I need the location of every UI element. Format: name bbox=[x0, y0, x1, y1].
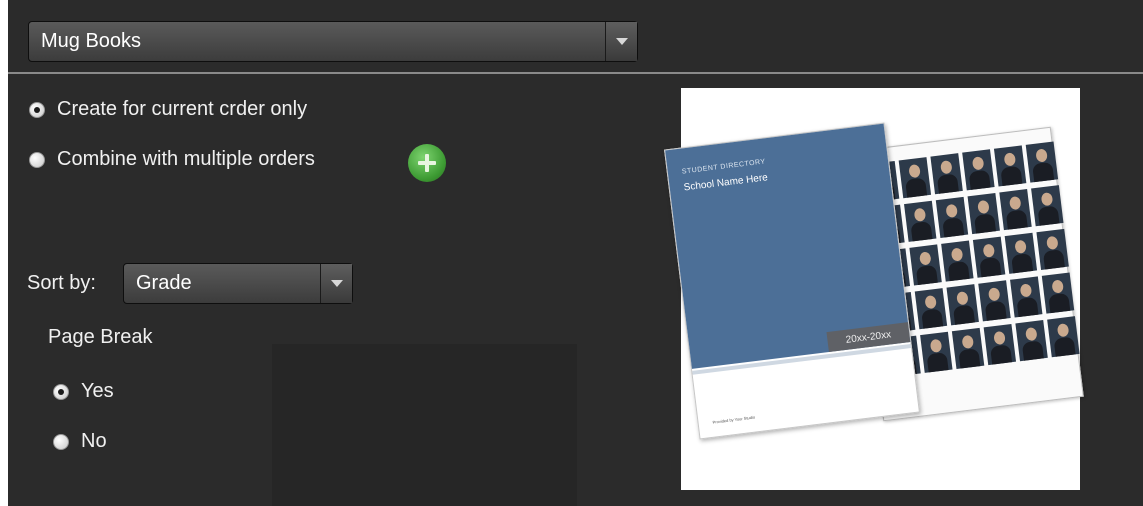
radio-button-selected[interactable] bbox=[53, 383, 69, 400]
mug-book-preview: STUDENT DIRECTORY School Name Here 20xx-… bbox=[664, 88, 1084, 490]
radio-label-no: No bbox=[81, 430, 107, 452]
cover-color-block: STUDENT DIRECTORY School Name Here 20xx-… bbox=[665, 123, 911, 369]
radio-label-yes: Yes bbox=[81, 380, 114, 402]
student-photo bbox=[1015, 320, 1048, 362]
empty-area bbox=[272, 344, 577, 506]
radio-button-selected[interactable] bbox=[29, 101, 45, 118]
student-photo bbox=[946, 284, 979, 326]
student-photo bbox=[1025, 141, 1059, 183]
student-photo bbox=[935, 196, 969, 238]
student-photo bbox=[993, 145, 1027, 187]
student-photo bbox=[967, 192, 1000, 235]
product-type-dropdown-button[interactable] bbox=[605, 22, 637, 61]
radio-page-break-no[interactable]: No bbox=[53, 430, 107, 453]
student-photo bbox=[1004, 232, 1038, 274]
student-photo bbox=[972, 236, 1006, 278]
chevron-down-icon bbox=[615, 38, 628, 45]
page-break-label: Page Break bbox=[48, 326, 153, 348]
student-photo bbox=[1036, 228, 1069, 270]
student-photo bbox=[951, 327, 985, 369]
add-orders-button[interactable] bbox=[408, 144, 446, 182]
radio-button[interactable] bbox=[53, 433, 69, 450]
radio-label-multiple-orders: Combine with multiple orders bbox=[57, 148, 315, 170]
student-photo bbox=[983, 323, 1017, 366]
student-photo bbox=[962, 149, 995, 191]
chevron-down-icon bbox=[330, 280, 343, 287]
student-photo bbox=[930, 153, 963, 195]
product-type-value: Mug Books bbox=[41, 30, 142, 52]
student-photo bbox=[1047, 316, 1080, 358]
mug-books-panel: Mug Books Create for current crder only … bbox=[8, 0, 1143, 506]
section-divider bbox=[8, 72, 1143, 74]
product-type-dropdown[interactable]: Mug Books bbox=[28, 21, 638, 62]
plus-icon bbox=[418, 154, 436, 172]
sort-by-dropdown-button[interactable] bbox=[320, 264, 352, 303]
radio-label-current-order: Create for current crder only bbox=[57, 98, 308, 120]
cover-school-name: School Name Here bbox=[683, 172, 769, 194]
student-photo bbox=[1010, 276, 1043, 318]
student-photo bbox=[904, 200, 937, 242]
cover-footer: Provided by Your Studio bbox=[712, 414, 756, 425]
student-photo bbox=[898, 157, 932, 199]
student-photo bbox=[978, 280, 1011, 322]
student-photo bbox=[999, 189, 1032, 231]
sort-by-value: Grade bbox=[136, 272, 192, 294]
student-photo bbox=[909, 244, 942, 286]
sort-by-label: Sort by: bbox=[27, 272, 96, 294]
radio-button[interactable] bbox=[29, 151, 45, 168]
directory-cover-preview: STUDENT DIRECTORY School Name Here 20xx-… bbox=[664, 122, 920, 440]
student-photo bbox=[914, 288, 948, 330]
radio-page-break-yes[interactable]: Yes bbox=[53, 380, 114, 403]
student-photo bbox=[1041, 272, 1075, 314]
radio-combine-multiple-orders[interactable]: Combine with multiple orders bbox=[29, 148, 315, 171]
sort-by-dropdown[interactable]: Grade bbox=[123, 263, 353, 304]
student-photo bbox=[941, 240, 974, 282]
student-photo bbox=[1031, 185, 1064, 227]
radio-create-current-order[interactable]: Create for current crder only bbox=[29, 98, 307, 121]
student-photo bbox=[920, 331, 953, 373]
